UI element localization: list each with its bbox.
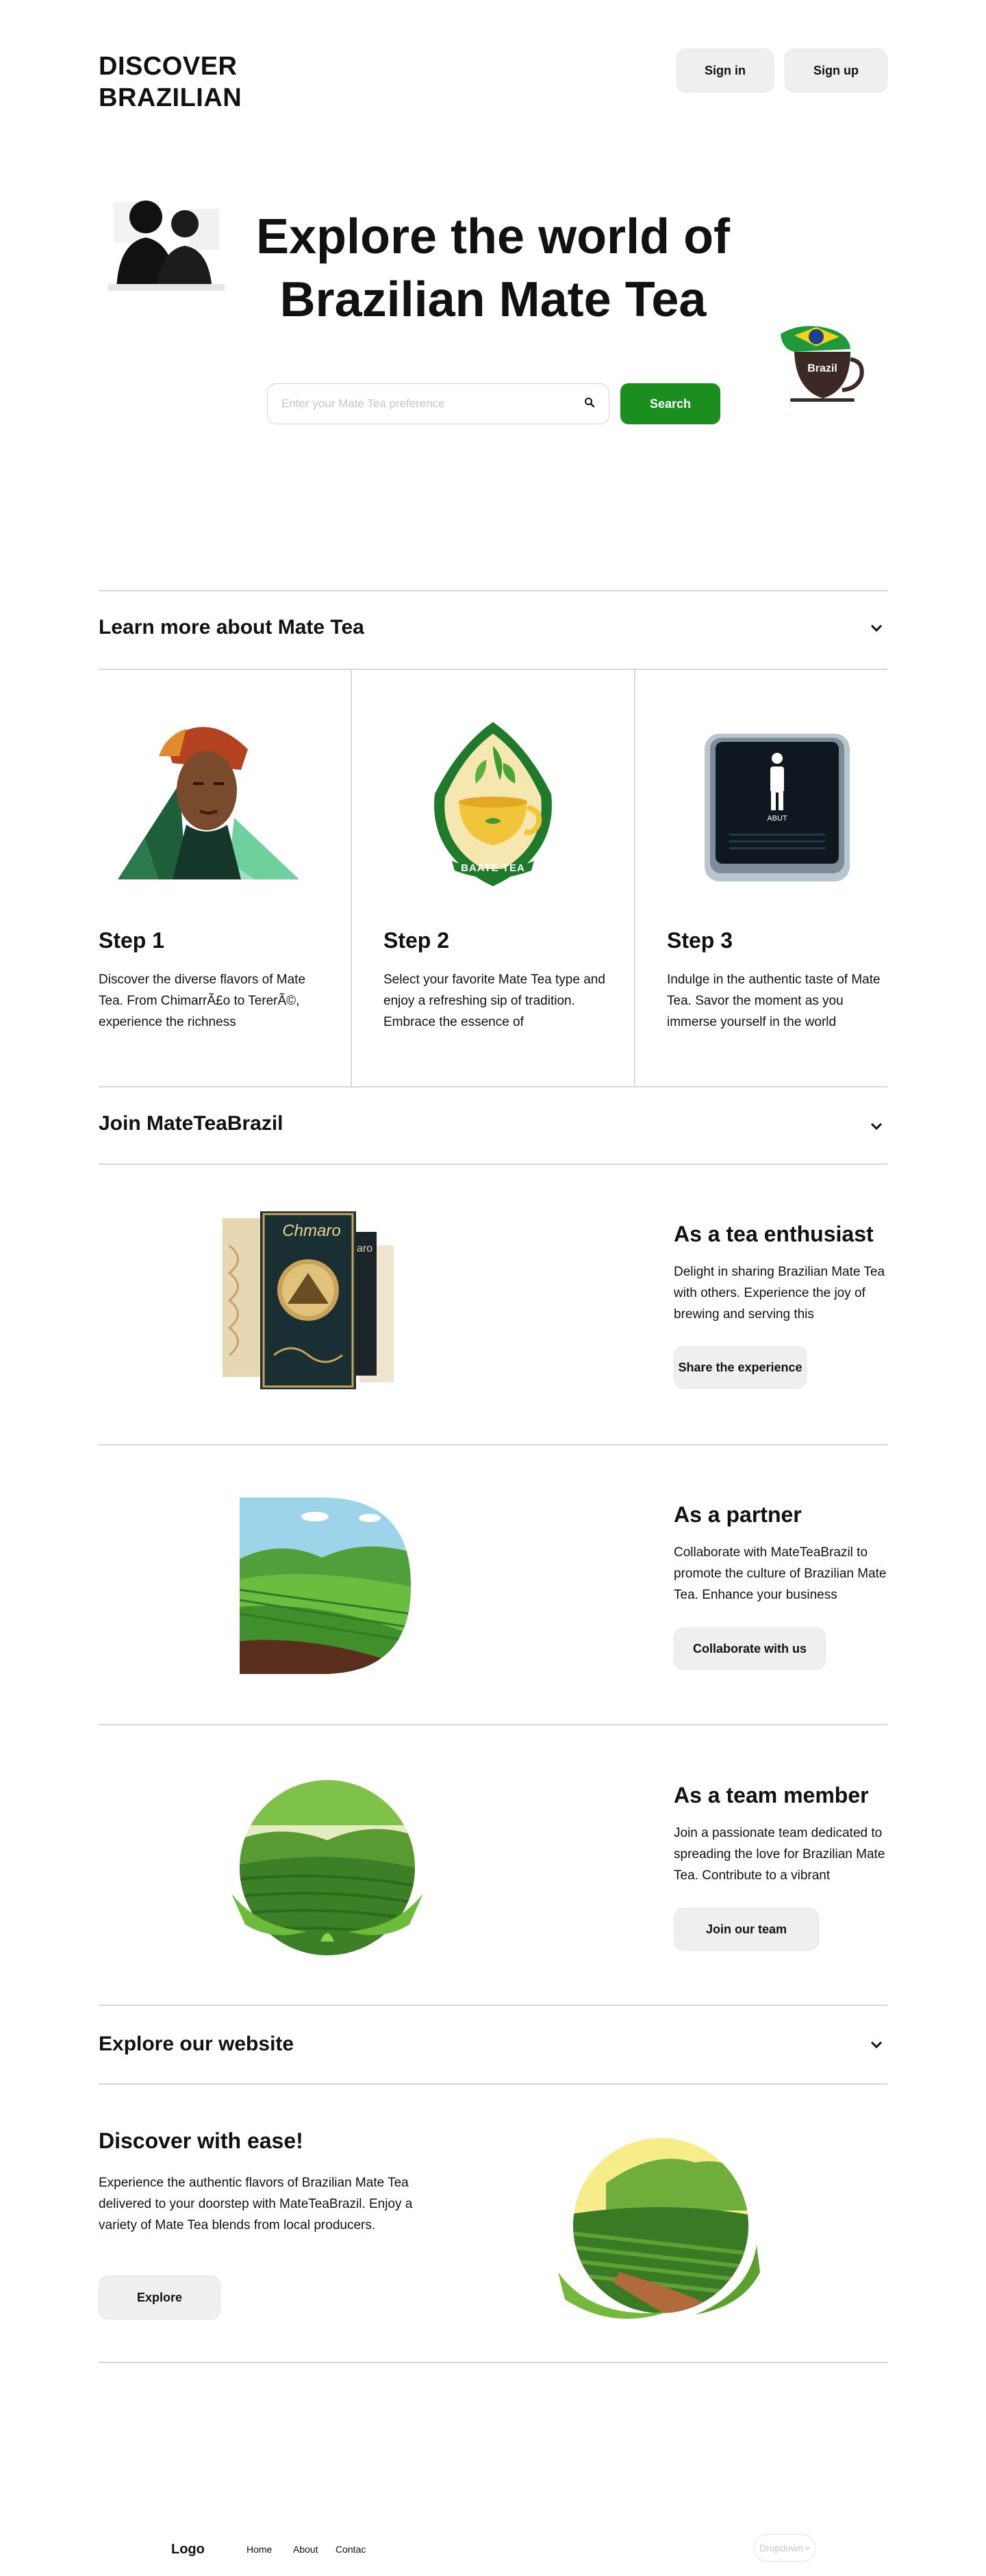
hero-title-line-2: Brazilian Mate Tea [279, 272, 707, 327]
woman-illustration [118, 715, 303, 883]
tea-package-image: Chmaro aro [223, 1205, 428, 1396]
chevron-down-icon[interactable] [870, 621, 883, 635]
divider [99, 2005, 887, 2006]
search-field[interactable] [267, 383, 609, 424]
divider [99, 1444, 887, 1445]
search-button[interactable]: Search [620, 383, 720, 424]
step-2-text: Select your favorite Mate Tea type and e… [383, 973, 605, 1029]
step-1-text: Discover the diverse flavors of Mate Tea… [99, 973, 306, 1029]
share-experience-button[interactable]: Share the experience [674, 1346, 807, 1389]
signin-button[interactable]: Sign in [677, 49, 774, 92]
search-icon[interactable] [584, 397, 595, 411]
divider [99, 1163, 887, 1165]
collaborate-button[interactable]: Collaborate with us [674, 1627, 826, 1670]
step-3-text: Indulge in the authentic taste of Mate T… [667, 973, 881, 1029]
badge-text: BAATE TEA [461, 862, 525, 874]
discover-heading: Discover with ease! [99, 2128, 303, 2153]
footer-logo[interactable]: Logo [171, 2542, 205, 2558]
column-divider [351, 669, 352, 1087]
hero-title-line-1: Explore the world of [255, 209, 731, 264]
hero-title: Explore the world of Brazilian Mate Tea [205, 205, 781, 331]
brand-line-1: DISCOVER [99, 52, 238, 81]
mate-tea-badge-image: BAATE TEA [425, 719, 561, 890]
brand-logo[interactable]: DISCOVER BRAZILIAN [99, 51, 242, 114]
join-team-button[interactable]: Join our team [674, 1908, 819, 1950]
join-accordion-title[interactable]: Join MateTeaBrazil [99, 1112, 283, 1135]
search-input[interactable] [281, 397, 584, 411]
chevron-down-icon [805, 2542, 810, 2553]
divider [99, 669, 887, 670]
footer-link-contact[interactable]: Contac [336, 2544, 366, 2555]
divider [99, 1086, 887, 1087]
brazil-cup-image: Brazil [774, 322, 870, 407]
package-label: Chmaro [282, 1222, 341, 1240]
learn-accordion-title[interactable]: Learn more about Mate Tea [99, 616, 364, 639]
explore-button[interactable]: Explore [99, 2276, 220, 2319]
role-2-title: As a partner [674, 1502, 802, 1527]
chevron-down-icon[interactable] [870, 1120, 883, 1133]
package-label-back: aro [357, 1243, 373, 1254]
role-3-text: Join a passionate team dedicated to spre… [674, 1826, 885, 1883]
role-1-title: As a tea enthusiast [674, 1222, 874, 1246]
chevron-down-icon[interactable] [870, 2038, 883, 2052]
role-2-text: Collaborate with MateTeaBrazil to promot… [674, 1545, 887, 1602]
role-1-text: Delight in sharing Brazilian Mate Tea wi… [674, 1265, 885, 1322]
step-3-title: Step 3 [667, 928, 733, 953]
discover-text: Experience the authentic flavors of Braz… [99, 2176, 413, 2232]
role-3-title: As a team member [674, 1783, 869, 1807]
sign-text: ABUT [767, 814, 787, 823]
divider [99, 590, 887, 591]
cup-label: Brazil [807, 363, 837, 374]
signup-button[interactable]: Sign up [785, 49, 887, 92]
column-divider [634, 669, 635, 1087]
divider [99, 2362, 887, 2363]
footer-link-about[interactable]: About [293, 2544, 318, 2555]
tea-plantation-circle-image [551, 2135, 763, 2320]
footer-link-home[interactable]: Home [246, 2544, 272, 2555]
explore-accordion-title[interactable]: Explore our website [99, 2033, 294, 2056]
brand-line-2: BRAZILIAN [99, 83, 242, 112]
footer-dropdown[interactable]: Dropdown [753, 2534, 816, 2562]
dropdown-label: Dropdown [759, 2542, 803, 2553]
restroom-sign-image: ABUT [702, 731, 852, 888]
tea-hill-circle-image [231, 1777, 423, 1959]
step-1-title: Step 1 [99, 928, 165, 953]
divider [99, 2083, 887, 2085]
tea-field-d-image [240, 1497, 411, 1674]
step-2-title: Step 2 [383, 928, 450, 953]
divider [99, 1724, 887, 1725]
